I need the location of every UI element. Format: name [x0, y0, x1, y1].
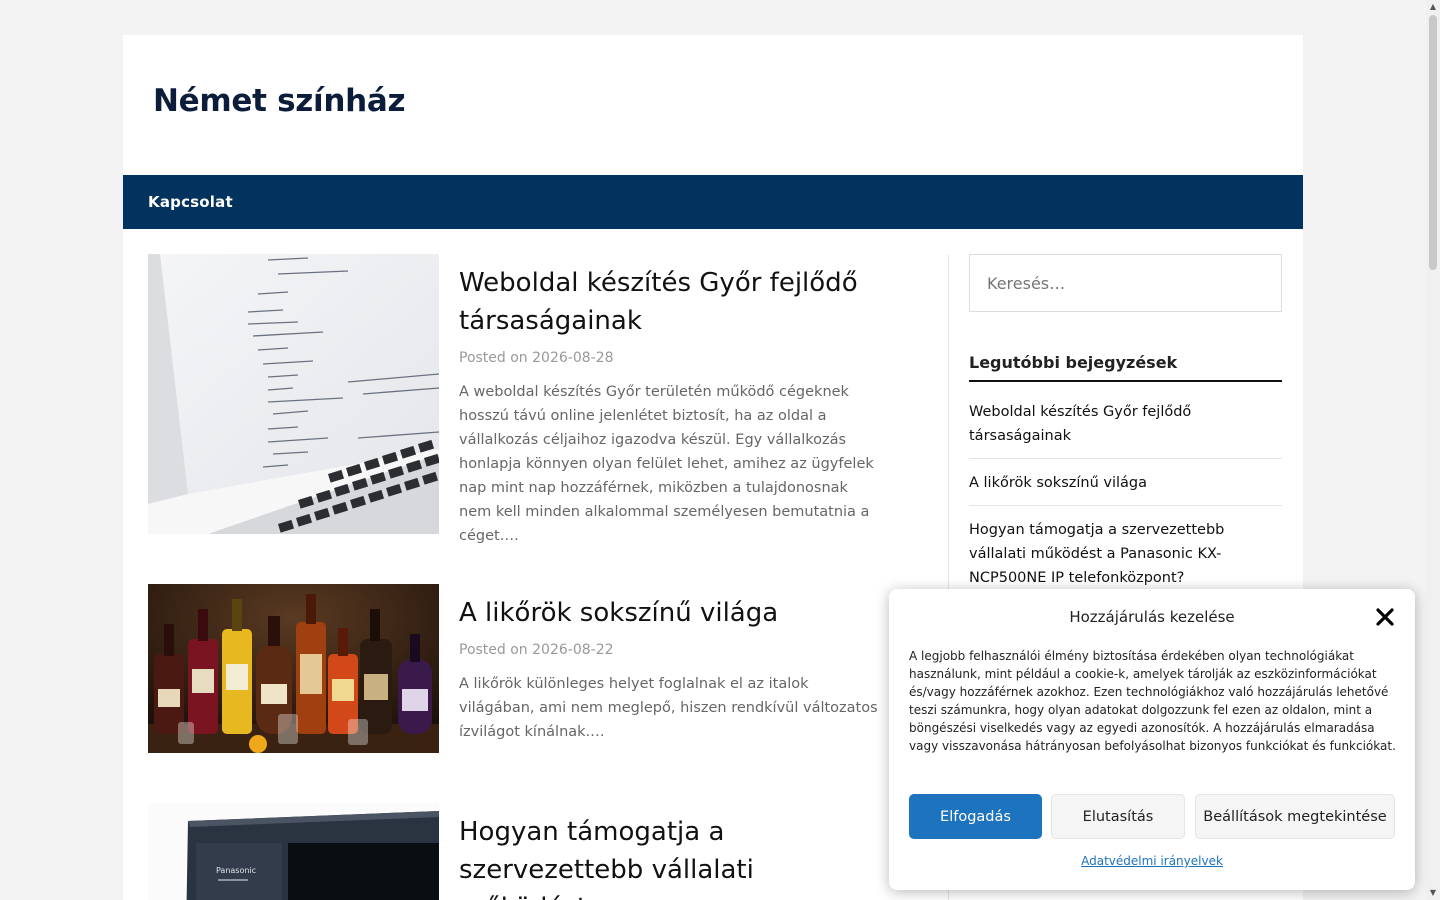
- search-input[interactable]: [969, 254, 1282, 312]
- close-icon[interactable]: [1373, 605, 1397, 629]
- posted-on-label: Posted on: [459, 642, 528, 658]
- cookie-description: A legjobb felhasználói élmény biztosítás…: [909, 649, 1396, 753]
- post-item: Weboldal készítés Győr fejlődő társasága…: [148, 254, 888, 544]
- post-title[interactable]: Hogyan támogatja a szervezettebb vállala…: [459, 813, 879, 900]
- scrollbar[interactable]: ▲ ▼: [1426, 0, 1440, 900]
- laptop-code-image[interactable]: [148, 254, 439, 534]
- privacy-policy-link[interactable]: Adatvédelmi irányelvek: [889, 854, 1415, 868]
- recent-posts-title: Legutóbbi bejegyzések: [969, 353, 1282, 382]
- scroll-up-icon[interactable]: ▲: [1429, 3, 1437, 11]
- accept-button[interactable]: Elfogadás: [909, 794, 1042, 839]
- post-body: A likőrök sokszínű világa Posted on 2026…: [459, 584, 879, 744]
- svg-text:Panasonic: Panasonic: [216, 866, 256, 875]
- recent-posts-list: Weboldal készítés Győr fejlődő társasága…: [969, 400, 1282, 613]
- post-body: Weboldal készítés Győr fejlődő társasága…: [459, 254, 879, 548]
- recent-post-link[interactable]: Weboldal készítés Győr fejlődő társasága…: [969, 400, 1282, 459]
- site-title[interactable]: Német színház: [153, 83, 406, 119]
- scroll-down-icon[interactable]: ▼: [1429, 889, 1437, 897]
- nav-item-kapcsolat[interactable]: Kapcsolat: [148, 193, 233, 211]
- recent-post-link[interactable]: A likőrök sokszínű világa: [969, 471, 1282, 506]
- deny-button[interactable]: Elutasítás: [1051, 794, 1185, 839]
- post-date[interactable]: 2026-08-22: [532, 642, 613, 658]
- cookie-consent-dialog: Hozzájárulás kezelése A legjobb felhaszn…: [889, 589, 1415, 890]
- site-header: Német színház: [123, 35, 1303, 175]
- cookie-dialog-title: Hozzájárulás kezelése: [1069, 608, 1235, 626]
- post-title[interactable]: A likőrök sokszínű világa: [459, 594, 879, 632]
- post-title[interactable]: Weboldal készítés Győr fejlődő társasága…: [459, 264, 879, 340]
- panasonic-pbx-image[interactable]: Panasonic: [148, 803, 439, 900]
- post-item: Panasonic Hogyan támogatja a szervezette…: [148, 803, 888, 900]
- post-excerpt: A weboldal készítés Győr területén működ…: [459, 384, 874, 544]
- post-date[interactable]: 2026-08-28: [532, 350, 613, 366]
- post-meta: Posted on 2026-08-28: [459, 350, 879, 366]
- posted-on-label: Posted on: [459, 350, 528, 366]
- post-body: Hogyan támogatja a szervezettebb vállala…: [459, 803, 879, 900]
- post-item: A likőrök sokszínű világa Posted on 2026…: [148, 584, 888, 753]
- post-meta: Posted on 2026-08-22: [459, 642, 879, 658]
- post-excerpt: A likőrök különleges helyet foglalnak el…: [459, 676, 878, 740]
- liqueur-bottles-image[interactable]: [148, 584, 439, 753]
- scrollbar-thumb[interactable]: [1429, 15, 1437, 270]
- main-navigation: Kapcsolat: [123, 175, 1303, 229]
- view-settings-button[interactable]: Beállítások megtekintése: [1195, 794, 1395, 839]
